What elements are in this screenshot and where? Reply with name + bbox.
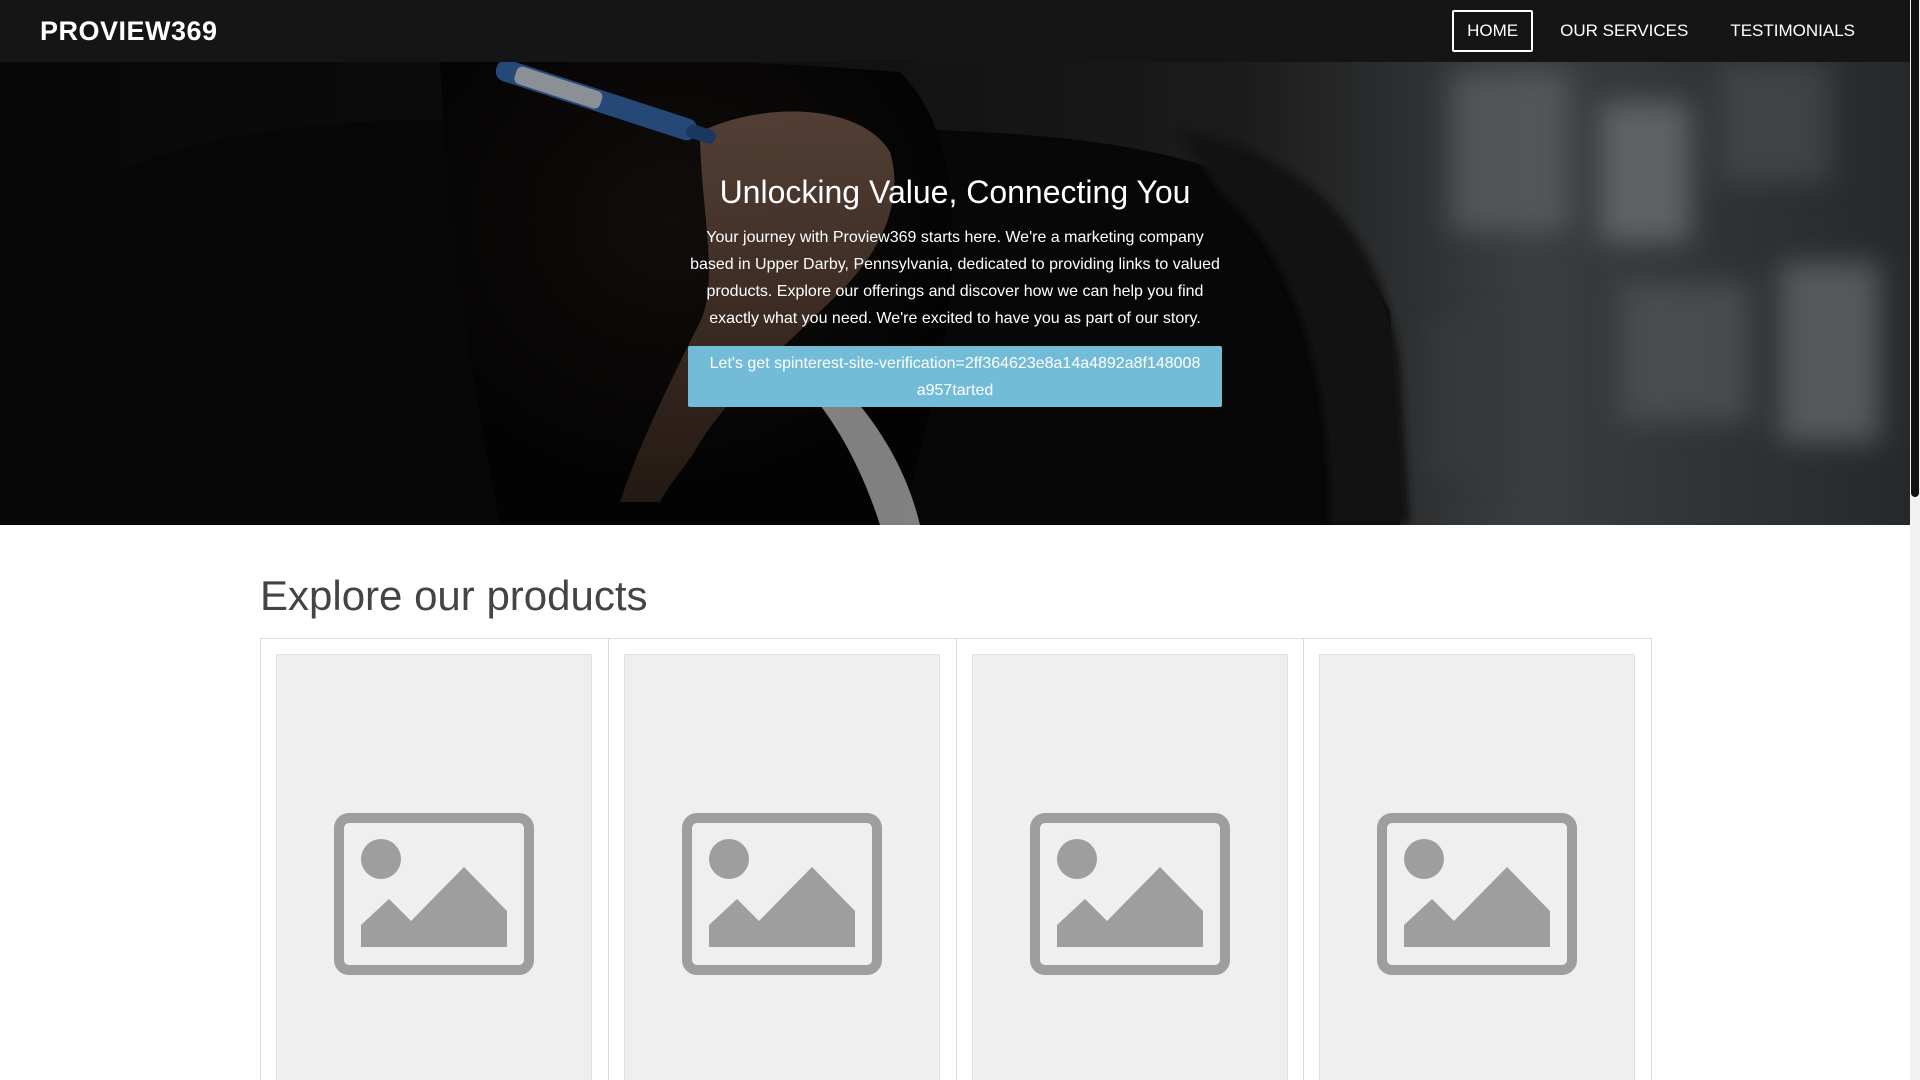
- image-placeholder-icon: [681, 813, 882, 1080]
- product-card[interactable]: [609, 639, 957, 1080]
- product-card[interactable]: [957, 639, 1305, 1080]
- products-heading: Explore our products: [260, 572, 648, 619]
- page: PROVIEW369 HOME OUR SERVICES TESTIMONIAL…: [0, 0, 1910, 1080]
- product-image[interactable]: [623, 654, 940, 1080]
- image-placeholder-icon: [1029, 813, 1230, 1080]
- nav-home-link[interactable]: HOME: [1452, 10, 1534, 52]
- product-image[interactable]: [1319, 654, 1636, 1080]
- top-navbar: PROVIEW369 HOME OUR SERVICES TESTIMONIAL…: [0, 0, 1910, 62]
- products-grid: [260, 638, 1652, 1080]
- image-placeholder-icon: [334, 813, 534, 1080]
- hero-content: Unlocking Value, Connecting You Your jou…: [0, 174, 1910, 407]
- hero-section: Unlocking Value, Connecting You Your jou…: [0, 62, 1910, 525]
- image-placeholder-icon: [1377, 813, 1578, 1080]
- scrollbar-thumb[interactable]: [1911, 0, 1919, 497]
- product-image[interactable]: [971, 654, 1288, 1080]
- product-card[interactable]: [1304, 639, 1652, 1080]
- brand-logo[interactable]: PROVIEW369: [40, 16, 218, 47]
- nav-testimonials-link[interactable]: TESTIMONIALS: [1715, 10, 1870, 52]
- product-image[interactable]: [276, 654, 592, 1080]
- nav-services-link[interactable]: OUR SERVICES: [1545, 10, 1703, 52]
- hero-description: Your journey with Proview369 starts here…: [690, 229, 1220, 327]
- get-started-button[interactable]: Let's get spinterest-site-verification=2…: [688, 346, 1222, 407]
- page-scrollbar[interactable]: [1910, 0, 1920, 1080]
- hero-title: Unlocking Value, Connecting You: [719, 174, 1191, 210]
- main-nav: HOME OUR SERVICES TESTIMONIALS: [1452, 10, 1870, 52]
- product-card[interactable]: [261, 639, 609, 1080]
